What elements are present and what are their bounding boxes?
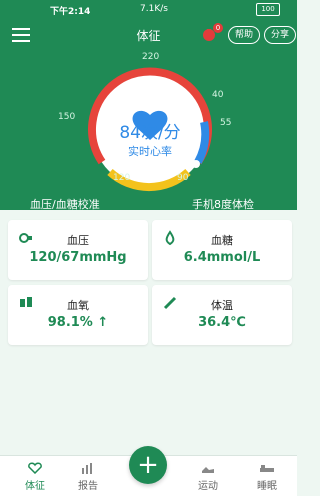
- heart-outline-icon: [28, 462, 42, 474]
- heart-rate-value: 84次/分: [119, 123, 181, 143]
- bp-bg-calibrate-link[interactable]: 血压/血糖校准: [30, 196, 100, 212]
- card-value: 98.1% ↑: [47, 315, 109, 330]
- tick-120: 120: [113, 173, 131, 183]
- heart-rate-caption: 实时心率: [128, 145, 172, 158]
- status-bar: 下午2:14 7.1K/s 100: [0, 0, 297, 20]
- status-time: 下午2:14: [50, 7, 91, 17]
- nav-report-label: 报告: [78, 481, 98, 492]
- spo2-card[interactable]: 血氧 98.1% ↑: [8, 285, 148, 345]
- phone-checkup-link[interactable]: 手机8度体检: [192, 196, 254, 212]
- temperature-card[interactable]: 体温 36.4℃: [152, 285, 292, 345]
- card-label: 血压: [67, 234, 89, 247]
- nav-sport-label: 运动: [198, 481, 218, 492]
- nav-sport[interactable]: 运动: [178, 462, 238, 492]
- card-value: 6.4mmol/L: [183, 250, 261, 265]
- card-value: 120/67mmHg: [29, 250, 127, 265]
- card-label: 血氧: [67, 299, 89, 312]
- share-button[interactable]: 分享: [264, 26, 297, 44]
- bed-icon: [260, 465, 274, 472]
- nav-vitals-label: 体征: [25, 481, 45, 492]
- battery-indicator: 100: [256, 3, 280, 16]
- card-label: 血糖: [211, 234, 233, 247]
- bar-chart-icon: [82, 463, 92, 474]
- card-value: 36.4℃: [198, 315, 246, 330]
- tick-55: 55: [220, 118, 232, 128]
- add-button[interactable]: +: [129, 446, 167, 484]
- notification-count-badge: 0: [213, 23, 223, 33]
- notification-bell-icon[interactable]: 0: [201, 23, 223, 42]
- nav-sleep-label: 睡眠: [257, 481, 277, 492]
- tick-220: 220: [142, 52, 160, 62]
- blood-pressure-card[interactable]: 血压 120/67mmHg: [8, 220, 148, 280]
- app-bar: 体征 0 帮助 分享: [0, 20, 297, 50]
- network-speed: 7.1K/s: [140, 4, 168, 14]
- card-label: 体温: [211, 299, 233, 312]
- tick-40: 40: [212, 90, 224, 100]
- tick-90: 90: [177, 173, 189, 183]
- running-shoe-icon: [202, 467, 214, 473]
- nav-report[interactable]: 报告: [58, 462, 118, 492]
- nav-vitals[interactable]: 体征: [5, 462, 65, 492]
- tick-150: 150: [58, 112, 76, 122]
- help-button[interactable]: 帮助: [228, 26, 261, 44]
- nav-sleep[interactable]: 睡眠: [237, 462, 297, 492]
- blood-glucose-card[interactable]: 血糖 6.4mmol/L: [152, 220, 292, 280]
